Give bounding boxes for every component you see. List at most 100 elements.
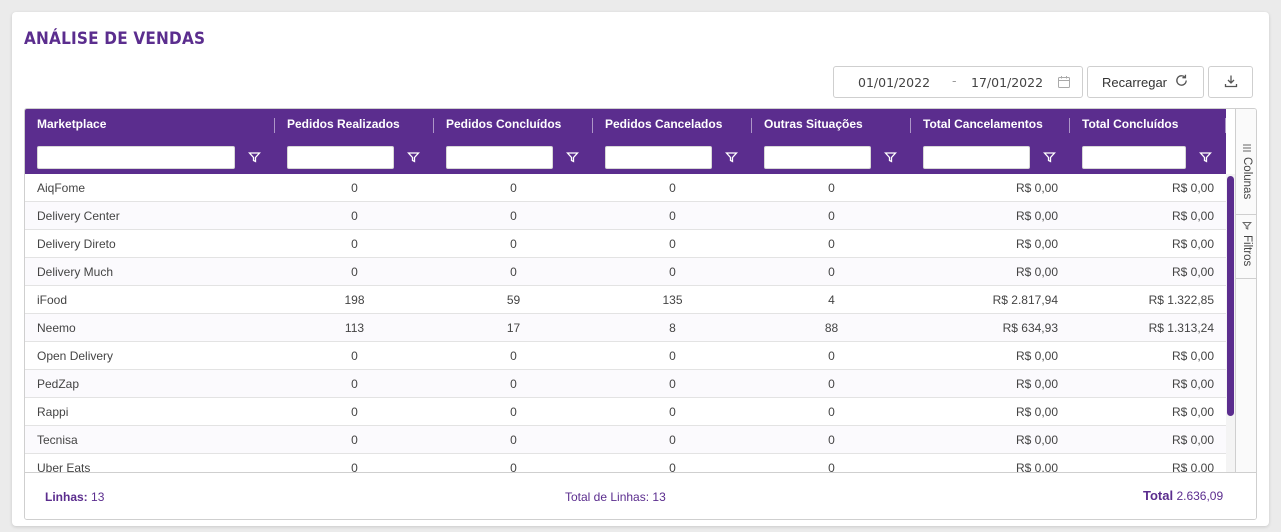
sales-analysis-card: ANÁLISE DE VENDAS 01/01/2022 - 17/01/202… xyxy=(12,12,1269,526)
side-panel: Colunas Filtros xyxy=(1235,109,1256,519)
date-start[interactable]: 01/01/2022 xyxy=(858,75,930,90)
column-header-pedidos-concluidos[interactable]: Pedidos Concluídos xyxy=(446,109,561,140)
table-row[interactable]: Rappi 0 0 0 0 R$ 0,00 R$ 0,00 xyxy=(25,398,1226,426)
columns-icon xyxy=(1243,144,1251,152)
cell-pedidos-realizados: 0 xyxy=(351,377,358,391)
cell-outras-situacoes: 0 xyxy=(828,209,835,223)
reload-label: Recarregar xyxy=(1101,74,1168,90)
cell-total-concluidos: R$ 0,00 xyxy=(1171,377,1214,391)
table-row[interactable]: iFood 198 59 135 4 R$ 2.817,94 R$ 1.322,85 xyxy=(25,286,1226,314)
filter-input-pedidos-cancelados[interactable] xyxy=(605,146,712,169)
cell-pedidos-realizados: 198 xyxy=(344,293,365,307)
rows-count: Linhas: 13 xyxy=(45,490,104,504)
column-header-pedidos-cancelados[interactable]: Pedidos Cancelados xyxy=(605,109,722,140)
filter-input-pedidos-concluidos[interactable] xyxy=(446,146,553,169)
column-header-marketplace[interactable]: Marketplace xyxy=(37,109,106,140)
cell-outras-situacoes: 0 xyxy=(828,461,835,472)
side-tab-columns-label: Colunas xyxy=(1241,157,1253,200)
cell-pedidos-cancelados: 135 xyxy=(662,293,683,307)
table-row[interactable]: PedZap 0 0 0 0 R$ 0,00 R$ 0,00 xyxy=(25,370,1226,398)
date-separator: - xyxy=(952,73,957,88)
column-header-total-cancelamentos[interactable]: Total Cancelamentos xyxy=(923,109,1043,140)
table-row[interactable]: Delivery Direto 0 0 0 0 R$ 0,00 R$ 0,00 xyxy=(25,230,1226,258)
column-header-total-concluidos[interactable]: Total Concluídos xyxy=(1082,109,1178,140)
cell-marketplace: Open Delivery xyxy=(37,349,114,363)
cell-total-concluidos: R$ 1.313,24 xyxy=(1148,321,1214,335)
filter-input-total-cancelamentos[interactable] xyxy=(923,146,1030,169)
date-end[interactable]: 17/01/2022 xyxy=(971,75,1043,90)
cell-pedidos-cancelados: 0 xyxy=(669,209,676,223)
filter-icon[interactable] xyxy=(407,151,420,164)
cell-total-cancelamentos: R$ 0,00 xyxy=(1015,461,1058,472)
cell-pedidos-cancelados: 0 xyxy=(669,461,676,472)
side-tab-columns[interactable]: Colunas xyxy=(1236,137,1256,215)
scrollbar-thumb[interactable] xyxy=(1227,176,1234,416)
cell-pedidos-concluidos: 0 xyxy=(510,433,517,447)
table-row[interactable]: AiqFome 0 0 0 0 R$ 0,00 R$ 0,00 xyxy=(25,174,1226,202)
reload-button[interactable]: Recarregar xyxy=(1087,66,1204,98)
total-label: Total xyxy=(1143,488,1174,503)
filter-row xyxy=(25,140,1226,174)
cell-outras-situacoes: 0 xyxy=(828,349,835,363)
cell-marketplace: Delivery Direto xyxy=(37,237,116,251)
total-rows-label: Total de Linhas: xyxy=(565,490,650,504)
cell-pedidos-concluidos: 0 xyxy=(510,461,517,472)
cell-pedidos-realizados: 0 xyxy=(351,237,358,251)
grid-header: Marketplace Pedidos Realizados Pedidos C… xyxy=(25,109,1226,140)
vertical-scrollbar[interactable] xyxy=(1226,174,1235,472)
download-button[interactable] xyxy=(1208,66,1253,98)
filter-icon[interactable] xyxy=(1199,151,1212,164)
refresh-icon xyxy=(1174,73,1189,91)
table-row[interactable]: Delivery Center 0 0 0 0 R$ 0,00 R$ 0,00 xyxy=(25,202,1226,230)
table-row[interactable]: Neemo 113 17 8 88 R$ 634,93 R$ 1.313,24 xyxy=(25,314,1226,342)
column-header-outras-situacoes[interactable]: Outras Situações xyxy=(764,109,863,140)
filter-icon[interactable] xyxy=(884,151,897,164)
cell-marketplace: AiqFome xyxy=(37,181,86,195)
side-tab-filters[interactable]: Filtros xyxy=(1236,215,1256,279)
filter-icon[interactable] xyxy=(566,151,579,164)
rows-label: Linhas: xyxy=(45,490,88,504)
total-value: 2.636,09 xyxy=(1176,489,1224,503)
filter-icon xyxy=(1242,222,1252,230)
filter-icon[interactable] xyxy=(1043,151,1056,164)
cell-pedidos-realizados: 113 xyxy=(344,321,365,335)
cell-marketplace: iFood xyxy=(37,293,68,307)
cell-total-cancelamentos: R$ 0,00 xyxy=(1015,377,1058,391)
cell-outras-situacoes: 0 xyxy=(828,181,835,195)
cell-total-concluidos: R$ 0,00 xyxy=(1171,405,1214,419)
column-header-pedidos-realizados[interactable]: Pedidos Realizados xyxy=(287,109,400,140)
table-row[interactable]: Open Delivery 0 0 0 0 R$ 0,00 R$ 0,00 xyxy=(25,342,1226,370)
cell-total-cancelamentos: R$ 0,00 xyxy=(1015,349,1058,363)
table-row[interactable]: Uber Eats 0 0 0 0 R$ 0,00 R$ 0,00 xyxy=(25,454,1226,472)
filter-input-outras-situacoes[interactable] xyxy=(764,146,871,169)
table-row[interactable]: Delivery Much 0 0 0 0 R$ 0,00 R$ 0,00 xyxy=(25,258,1226,286)
cell-marketplace: Neemo xyxy=(37,321,76,335)
cell-total-cancelamentos: R$ 0,00 xyxy=(1015,181,1058,195)
cell-marketplace: Uber Eats xyxy=(37,461,91,472)
filter-input-total-concluidos[interactable] xyxy=(1082,146,1186,169)
calendar-icon[interactable] xyxy=(1057,75,1071,92)
cell-pedidos-cancelados: 0 xyxy=(669,405,676,419)
cell-pedidos-cancelados: 0 xyxy=(669,237,676,251)
cell-outras-situacoes: 0 xyxy=(828,433,835,447)
cell-pedidos-cancelados: 0 xyxy=(669,349,676,363)
date-range-picker[interactable]: 01/01/2022 - 17/01/2022 xyxy=(833,66,1083,98)
filter-icon[interactable] xyxy=(725,151,738,164)
cell-total-concluidos: R$ 0,00 xyxy=(1171,433,1214,447)
cell-pedidos-concluidos: 0 xyxy=(510,405,517,419)
total-rows-count: Total de Linhas: 13 xyxy=(565,490,666,504)
filter-input-marketplace[interactable] xyxy=(37,146,235,169)
total-rows-value: 13 xyxy=(652,490,666,504)
filter-input-pedidos-realizados[interactable] xyxy=(287,146,394,169)
sales-grid: Marketplace Pedidos Realizados Pedidos C… xyxy=(24,108,1257,520)
page-title: ANÁLISE DE VENDAS xyxy=(24,29,206,49)
filter-icon[interactable] xyxy=(248,151,261,164)
table-row[interactable]: Tecnisa 0 0 0 0 R$ 0,00 R$ 0,00 xyxy=(25,426,1226,454)
cell-total-cancelamentos: R$ 634,93 xyxy=(1002,321,1058,335)
cell-outras-situacoes: 0 xyxy=(828,405,835,419)
grid-body: AiqFome 0 0 0 0 R$ 0,00 R$ 0,00 Delivery Center… xyxy=(25,174,1226,472)
cell-total-cancelamentos: R$ 0,00 xyxy=(1015,209,1058,223)
cell-pedidos-realizados: 0 xyxy=(351,433,358,447)
cell-marketplace: Tecnisa xyxy=(37,433,78,447)
cell-outras-situacoes: 0 xyxy=(828,377,835,391)
